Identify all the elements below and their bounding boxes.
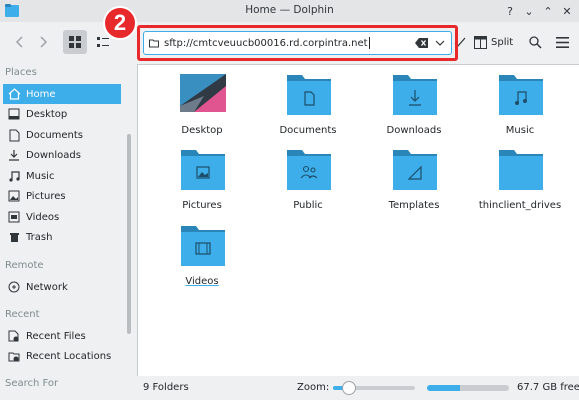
search-icon [528,35,542,49]
help-button[interactable]: ? [502,3,518,19]
sidebar-item-downloads[interactable]: Downloads [3,145,121,165]
folder-item-thinclient-drives[interactable]: thinclient_drives [472,147,568,217]
folder-label: Desktop [181,125,223,136]
disk-space-fill [427,385,460,391]
sidebar-item-label: Downloads [26,149,81,161]
back-arrow-icon [15,36,23,48]
highlight-outline [137,25,458,61]
search-button[interactable] [526,32,544,52]
forward-arrow-icon [40,36,48,48]
places-section-title: Places [5,67,37,78]
network-icon [7,280,21,294]
folder-item-public[interactable]: Public [260,147,356,217]
sidebar-item-trash[interactable]: Trash [3,227,121,247]
remote-section-title: Remote [5,260,44,271]
search-section-title: Search For [5,378,59,389]
folder-label: Pictures [182,200,222,211]
back-button[interactable] [9,32,29,52]
icons-view-button[interactable] [63,30,87,54]
split-label: Split [491,36,514,48]
folder-label: Documents [279,125,337,136]
hamburger-menu-button[interactable] [553,32,571,52]
minimize-button[interactable]: ⌄ [521,3,537,19]
sidebar-item-label: Trash [26,231,53,243]
sidebar-item-network[interactable]: Network [3,277,121,297]
folder-templates-icon [393,150,437,190]
folder-public-icon [287,150,331,190]
sidebar-item-label: Home [26,88,56,100]
sidebar-item-label: Network [26,281,68,293]
icons-view-icon [69,36,81,48]
window-title: Home — Dolphin [245,4,334,16]
zoom-label: Zoom: [297,382,330,393]
step-number-badge: 2 [103,6,137,40]
hamburger-menu-icon [555,36,569,48]
close-button[interactable]: ✕ [559,3,575,19]
folder-item-videos[interactable]: Videos [154,223,250,293]
free-space-label: 67.7 GB free [517,382,579,393]
folder-label: Templates [388,200,440,211]
desktop-icon [7,107,21,121]
sidebar-item-home[interactable]: Home [3,84,121,104]
music-icon [7,169,21,183]
folder-label: Downloads [386,125,442,136]
desktop-wallpaper-icon [180,74,226,112]
folder-label: thinclient_drives [478,200,562,211]
sidebar-item-videos[interactable]: Videos [3,207,121,227]
sidebar-item-recent-files[interactable]: Recent Files [3,326,121,346]
sidebar-item-recent-locations[interactable]: Recent Locations [3,346,121,366]
folder-label: Videos [185,276,219,287]
sidebar-item-documents[interactable]: Documents [3,125,121,145]
folder-label: Music [505,125,535,136]
split-view-icon [474,35,487,49]
maximize-button[interactable]: ⌃ [540,3,556,19]
pictures-icon [7,189,21,203]
folder-music-icon [499,75,543,115]
folder-item-documents[interactable]: Documents [260,72,356,142]
folder-pictures-icon [181,150,225,190]
recent-files-icon [7,329,21,343]
forward-button[interactable] [34,32,54,52]
status-bar: 9 Folders Zoom: 67.7 GB free [137,376,579,400]
zoom-slider-handle[interactable] [342,381,357,395]
folder-item-pictures[interactable]: Pictures [154,147,250,217]
trash-icon [7,230,21,244]
sidebar-item-label: Desktop [26,108,68,120]
sidebar-item-label: Music [26,170,55,182]
home-icon [7,87,21,101]
folder-item-desktop[interactable]: Desktop [154,72,250,142]
compact-view-icon [97,37,109,47]
folders-count: 9 Folders [143,382,189,393]
sidebar-item-label: Recent Files [26,330,86,342]
folder-item-music[interactable]: Music [472,72,568,142]
folder-item-downloads[interactable]: Downloads [366,72,462,142]
folder-view[interactable]: Desktop Documents Downloads Music Pictur… [137,64,579,376]
recent-section-title: Recent [5,309,40,320]
folder-videos-icon [181,226,225,266]
folder-documents-icon [287,75,331,115]
sidebar-item-label: Documents [26,129,84,141]
downloads-icon [7,148,21,162]
sidebar-item-label: Videos [26,211,60,223]
sidebar-item-pictures[interactable]: Pictures [3,186,121,206]
documents-icon [7,128,21,142]
sidebar-item-desktop[interactable]: Desktop [3,104,121,124]
split-button[interactable]: Split [474,32,513,52]
sidebar-item-label: Recent Locations [26,350,112,362]
sidebar-item-label: Pictures [26,190,66,202]
sidebar-item-music[interactable]: Music [3,166,121,186]
places-panel: Places Home Desktop Documents Downloads … [0,64,137,400]
folder-item-templates[interactable]: Templates [366,147,462,217]
videos-icon [7,210,21,224]
folder-icon [499,150,543,190]
recent-locations-icon [7,349,21,363]
folder-downloads-icon [393,75,437,115]
title-bar: Home — Dolphin ? ⌄ ⌃ ✕ [0,0,579,22]
sidebar-scrollbar[interactable] [127,134,131,334]
folder-label: Public [293,200,323,211]
disk-space-bar [427,385,509,391]
